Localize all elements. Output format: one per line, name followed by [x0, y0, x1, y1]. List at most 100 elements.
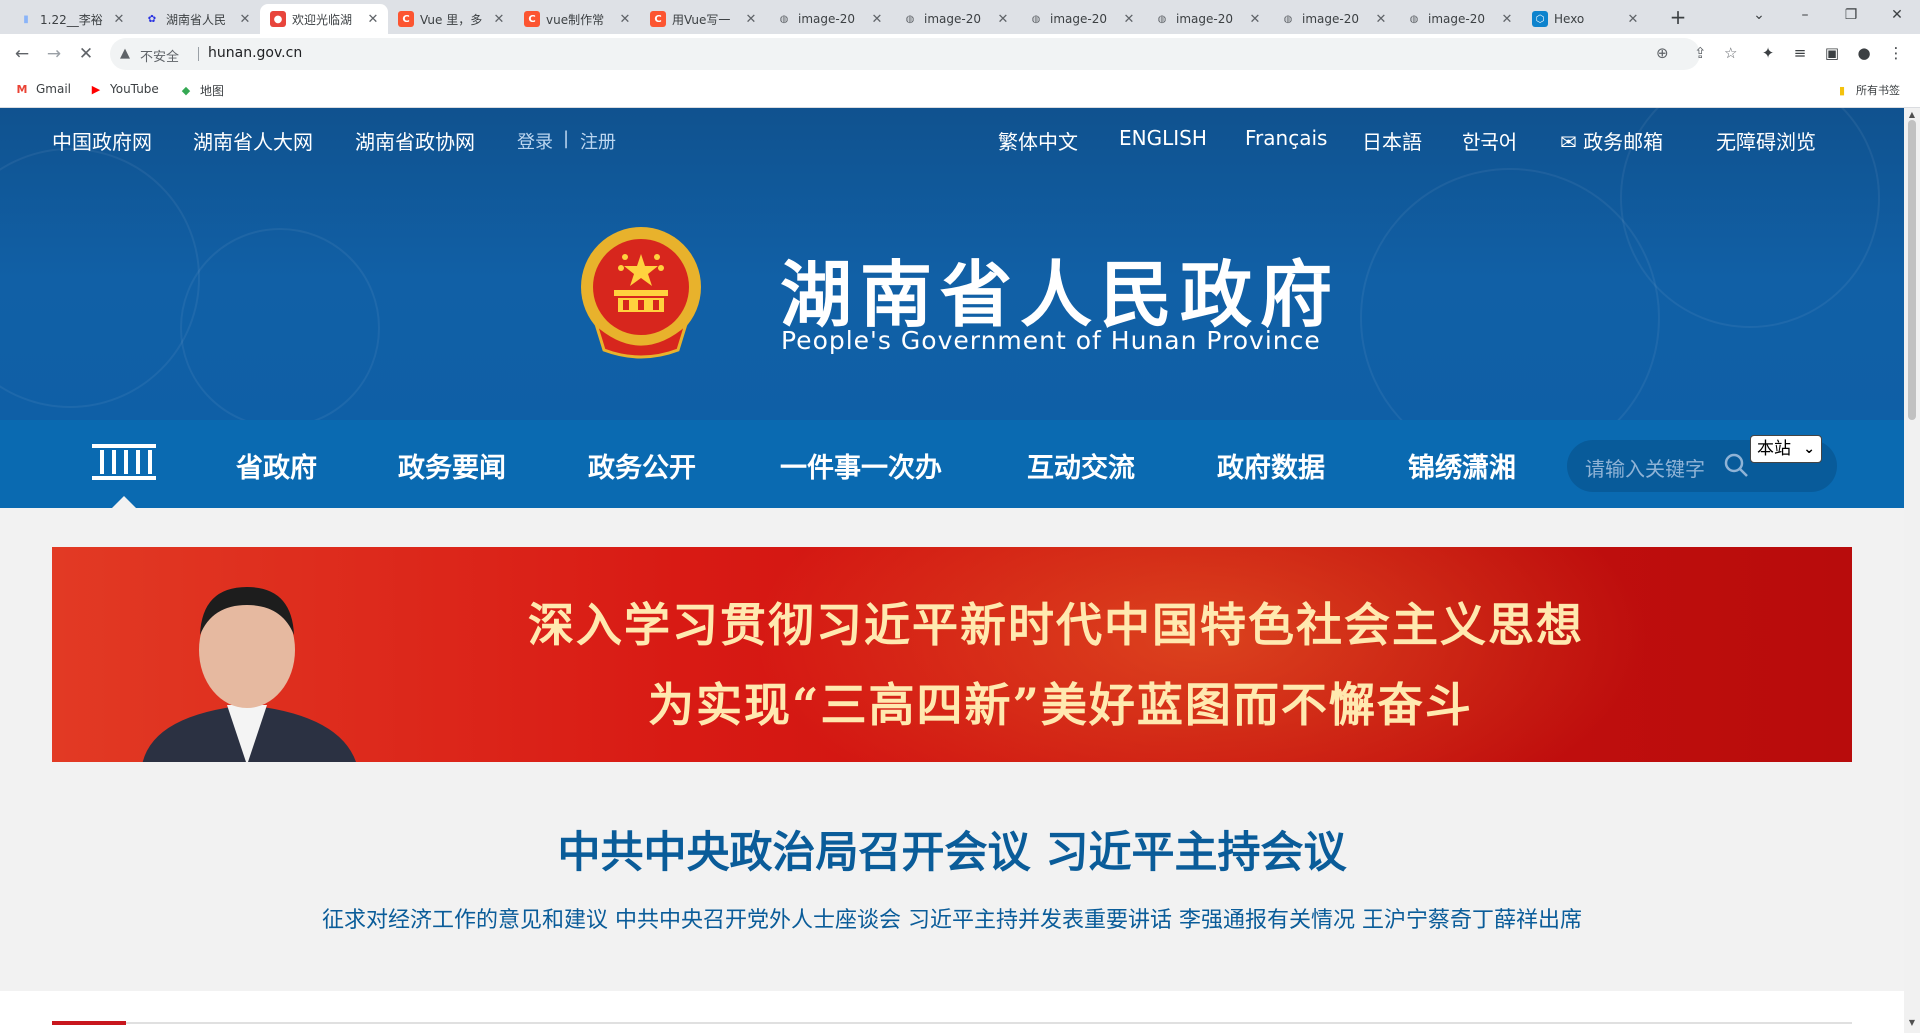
emblem-icon: ● [270, 11, 286, 27]
new-tab-button[interactable]: + [1664, 4, 1692, 32]
nav-gov-news[interactable]: 政务要闻 [398, 446, 506, 485]
tab-title: image-20 [924, 12, 981, 26]
browser-tab[interactable]: ▮ 1.22__李裕 ✕ [8, 4, 134, 34]
portrait-image [142, 587, 356, 762]
banner-slogan-1: 深入学习贯彻习近平新时代中国特色社会主义思想 [528, 598, 1584, 652]
browser-tab[interactable]: ◍ image-20 ✕ [1396, 4, 1522, 34]
nav-gov-disclosure[interactable]: 政务公开 [588, 446, 696, 485]
nav-hunan-scenery[interactable]: 锦绣潇湘 [1408, 446, 1516, 485]
forward-button[interactable]: → [40, 40, 68, 68]
close-tab-icon[interactable]: ✕ [366, 12, 380, 27]
link-gov-cn[interactable]: 中国政府网 [52, 126, 152, 155]
mailbox-link[interactable]: ✉ 政务邮箱 [1560, 126, 1663, 155]
extensions-icon[interactable]: ✦ [1756, 41, 1780, 65]
tab-title: image-20 [1050, 12, 1107, 26]
sidepanel-icon[interactable]: ▣ [1820, 41, 1844, 65]
nav-gov-data[interactable]: 政府数据 [1217, 446, 1325, 485]
accessibility-link[interactable]: 无障碍浏览 [1716, 126, 1816, 155]
minimize-button[interactable]: – [1782, 0, 1828, 30]
scrollbar-thumb[interactable] [1908, 120, 1916, 420]
search-input[interactable]: 请输入关键字 [1585, 453, 1705, 482]
close-tab-icon[interactable]: ✕ [1626, 12, 1640, 27]
browser-tab[interactable]: ◍ image-20 ✕ [766, 4, 892, 34]
all-bookmarks-label: 所有书签 [1856, 84, 1900, 97]
globe-icon: ◍ [1283, 13, 1293, 25]
close-tab-icon[interactable]: ✕ [1500, 12, 1514, 27]
decor-flower [1360, 168, 1660, 420]
decor-flower [180, 228, 380, 420]
headline-news[interactable]: 中共中央政治局召开会议 习近平主持会议 [0, 818, 1904, 880]
home-icon[interactable] [90, 442, 158, 484]
browser-tab[interactable]: ◍ image-20 ✕ [892, 4, 1018, 34]
tab-title: 1.22__李裕 [40, 12, 103, 27]
restore-button[interactable]: ❐ [1828, 0, 1874, 30]
nav-interaction[interactable]: 互动交流 [1027, 446, 1135, 485]
tab-title: image-20 [1302, 12, 1359, 26]
scroll-down-icon[interactable]: ▼ [1904, 1018, 1920, 1027]
link-hunan-npc[interactable]: 湖南省人大网 [193, 126, 313, 155]
csdn-icon: C [524, 11, 540, 27]
stop-loading-button[interactable]: ✕ [72, 40, 100, 68]
browser-tab[interactable]: ◍ image-20 ✕ [1018, 4, 1144, 34]
close-tab-icon[interactable]: ✕ [492, 12, 506, 27]
star-icon[interactable]: ☆ [1724, 44, 1737, 62]
search-icon[interactable] [1723, 452, 1749, 478]
warning-icon[interactable]: ▲ [120, 46, 130, 61]
lang-english[interactable]: ENGLISH [1119, 126, 1207, 150]
bookmark-youtube[interactable]: ▶ YouTube [88, 82, 159, 96]
nav-provincial-gov[interactable]: 省政府 [236, 446, 317, 485]
security-label[interactable]: 不安全 [140, 46, 179, 65]
bookmarks-bar: M Gmail ▶ YouTube ◆ 地图 ▮ 所有书签 [0, 74, 1920, 108]
back-button[interactable]: ← [8, 40, 36, 68]
scroll-up-icon[interactable]: ▲ [1904, 110, 1920, 119]
search-scope-select[interactable]: 本站 ⌄ [1750, 435, 1822, 463]
login-divider: | [563, 128, 570, 149]
browser-tab[interactable]: C Vue 里，多 ✕ [388, 4, 514, 34]
close-tab-icon[interactable]: ✕ [112, 12, 126, 27]
lang-japanese[interactable]: 日本語 [1362, 126, 1422, 155]
browser-tab[interactable]: C 用Vue写一 ✕ [640, 4, 766, 34]
register-link[interactable]: 注册 [580, 128, 616, 154]
close-tab-icon[interactable]: ✕ [618, 12, 632, 27]
close-tab-icon[interactable]: ✕ [870, 12, 884, 27]
gmail-icon: M [16, 82, 28, 96]
profile-icon[interactable]: ● [1852, 41, 1876, 65]
close-window-button[interactable]: ✕ [1874, 0, 1920, 30]
omnibox[interactable]: ▲ 不安全 hunan.gov.cn ⊕ ⇪ ☆ [110, 38, 1737, 70]
browser-tab[interactable]: ◍ image-20 ✕ [1144, 4, 1270, 34]
media-icon[interactable]: ≡ [1788, 41, 1812, 65]
browser-tab[interactable]: Cvue制作常 ✕ [514, 4, 640, 34]
decor-flower [0, 148, 200, 408]
promo-banner[interactable]: 深入学习贯彻习近平新时代中国特色社会主义思想 为实现“三高四新”美好蓝图而不懈奋… [52, 547, 1852, 762]
close-tab-icon[interactable]: ✕ [1374, 12, 1388, 27]
browser-tab[interactable]: ◍ image-20 ✕ [1270, 4, 1396, 34]
active-nav-caret [110, 496, 138, 510]
globe-icon: ◍ [1031, 13, 1041, 25]
close-tab-icon[interactable]: ✕ [744, 12, 758, 27]
all-bookmarks[interactable]: ▮ 所有书签 [1834, 82, 1900, 98]
maps-icon: ◆ [181, 84, 191, 97]
login-link[interactable]: 登录 [517, 128, 553, 154]
close-tab-icon[interactable]: ✕ [238, 12, 252, 27]
lang-korean[interactable]: 한국어 [1462, 126, 1517, 155]
close-tab-icon[interactable]: ✕ [996, 12, 1010, 27]
share-icon[interactable]: ⇪ [1694, 44, 1707, 62]
bookmark-gmail[interactable]: M Gmail [14, 82, 72, 96]
menu-icon[interactable]: ⋮ [1884, 41, 1908, 65]
headline-subtitle[interactable]: 征求对经济工作的意见和建议 中共中央召开党外人士座谈会 习近平主持并发表重要讲话… [0, 902, 1904, 934]
nav-one-stop-service[interactable]: 一件事一次办 [780, 446, 942, 485]
browser-tab[interactable]: ⬡ Hexo ✕ [1522, 4, 1648, 34]
bookmark-maps[interactable]: ◆ 地图 [178, 82, 224, 99]
page-scrollbar[interactable]: ▲ ▼ [1904, 108, 1920, 1033]
browser-tab[interactable]: ● 欢迎光临湖 ✕ [260, 4, 388, 34]
tab-search-button[interactable]: ⌄ [1736, 0, 1782, 30]
close-tab-icon[interactable]: ✕ [1248, 12, 1262, 27]
zoom-icon[interactable]: ⊕ [1656, 44, 1669, 62]
browser-tab[interactable]: ✿ 湖南省人民 ✕ [134, 4, 260, 34]
lang-french[interactable]: Français [1245, 126, 1327, 150]
url-text[interactable]: hunan.gov.cn [208, 45, 302, 61]
close-tab-icon[interactable]: ✕ [1122, 12, 1136, 27]
lang-traditional-chinese[interactable]: 繁体中文 [998, 126, 1078, 155]
link-hunan-cppcc[interactable]: 湖南省政协网 [355, 126, 475, 155]
mail-icon: ✉ [1560, 130, 1577, 154]
